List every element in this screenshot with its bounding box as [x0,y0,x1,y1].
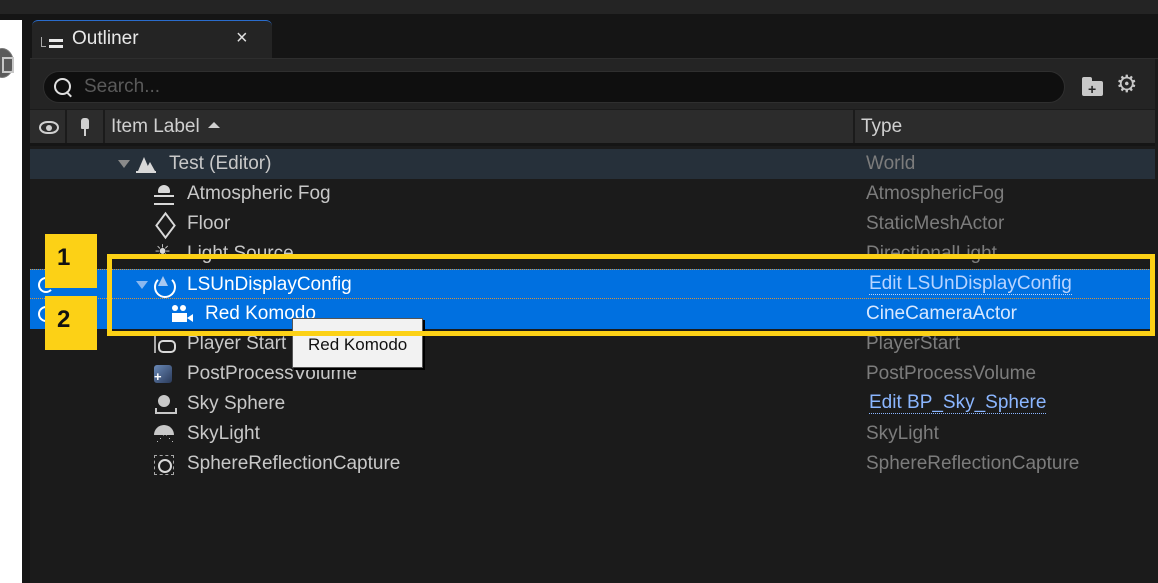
row-type: SphereReflectionCapture [866,453,1080,474]
row-type: CineCameraActor [866,303,1017,324]
layout-button[interactable] [0,48,14,78]
directional-light-icon [154,241,174,264]
tree-row[interactable]: Sky Sphere Edit BP_Sky_Sphere [30,389,1155,419]
expand-arrow-icon[interactable] [136,281,148,289]
search-input[interactable] [84,74,1044,100]
row-label: SkyLight [187,423,260,444]
edit-blueprint-link[interactable]: Edit BP_Sky_Sphere [869,393,1047,414]
eye-icon [39,121,59,134]
tooltip-text: Red Komodo [308,335,408,354]
left-strip [0,20,22,583]
row-label: Light Source [187,243,294,264]
tab-title: Outliner [72,28,139,49]
fog-icon [154,185,174,205]
type-header-text: Type [861,116,903,137]
close-icon[interactable]: × [236,27,248,50]
sort-ascending-icon [207,122,220,128]
tree-row[interactable]: Player Start PlayerStart [30,329,1155,359]
row-label: Player Start [187,333,287,354]
cine-camera-icon [172,305,193,323]
reflection-capture-icon [154,455,174,475]
row-label: LSUnDisplayConfig [187,274,352,295]
outliner-icon [41,33,63,49]
tree-row-selected[interactable]: Red Komodo CineCameraActor [30,299,1155,329]
pin-icon [79,118,91,136]
tree-row[interactable]: Atmospheric Fog AtmosphericFog [30,179,1155,209]
expand-arrow-icon[interactable] [118,160,130,168]
tree-row-selected[interactable]: LSUnDisplayConfig Edit LSUnDisplayConfig [30,269,1155,299]
tooltip: Red Komodo [292,318,423,368]
visibility-toggle[interactable] [38,277,54,293]
column-header: Item Label Type [30,110,1155,146]
sky-light-icon [154,425,174,444]
row-label: Test (Editor) [169,153,272,174]
row-type: StaticMeshActor [866,213,1005,234]
tree-row[interactable]: PostProcessVolume PostProcessVolume [30,359,1155,389]
outliner-panel: + ⚙ Item Label Type Test (Editor) World … [30,58,1158,583]
world-icon [136,155,156,173]
row-type: SkyLight [866,423,939,444]
static-mesh-icon [154,215,174,233]
post-process-icon [154,365,174,384]
row-label: SphereReflectionCapture [187,453,401,474]
row-type: DirectionalLight [866,243,997,264]
tab-bar: Outliner × [22,14,1158,58]
type-column-header[interactable]: Type [855,110,1155,143]
row-type: World [866,153,916,174]
row-label: Atmospheric Fog [187,183,331,204]
tree-row[interactable]: Floor StaticMeshActor [30,209,1155,239]
outliner-tree: Test (Editor) World Atmospheric Fog Atmo… [30,149,1155,479]
edit-blueprint-link[interactable]: Edit LSUnDisplayConfig [869,274,1072,295]
tree-row[interactable]: SphereReflectionCapture SphereReflection… [30,449,1155,479]
tree-row[interactable]: Light Source DirectionalLight [30,239,1155,269]
tree-row-world[interactable]: Test (Editor) World [30,149,1155,179]
tab-outliner[interactable]: Outliner × [32,20,272,58]
item-label-column-header[interactable]: Item Label [105,110,855,143]
row-label: Floor [187,213,231,234]
visibility-column-header[interactable] [30,110,67,143]
row-label: Sky Sphere [187,393,286,414]
tree-row[interactable]: SkyLight SkyLight [30,419,1155,449]
item-label-header-text: Item Label [111,116,200,137]
row-type: AtmosphericFog [866,183,1005,204]
visibility-toggle[interactable] [38,306,54,322]
pin-column-header[interactable] [67,110,105,143]
top-bar [0,0,1158,14]
row-type: PlayerStart [866,333,960,354]
row-type: PostProcessVolume [866,363,1037,384]
player-start-icon [154,335,176,353]
gear-icon[interactable]: ⚙ [1116,73,1138,97]
sky-sphere-icon [154,395,177,414]
outliner-toolbar: + ⚙ [30,59,1155,109]
ndisplay-icon [154,276,176,298]
add-folder-button[interactable]: + [1082,77,1104,97]
search-icon [54,78,72,96]
search-box[interactable] [43,71,1065,103]
